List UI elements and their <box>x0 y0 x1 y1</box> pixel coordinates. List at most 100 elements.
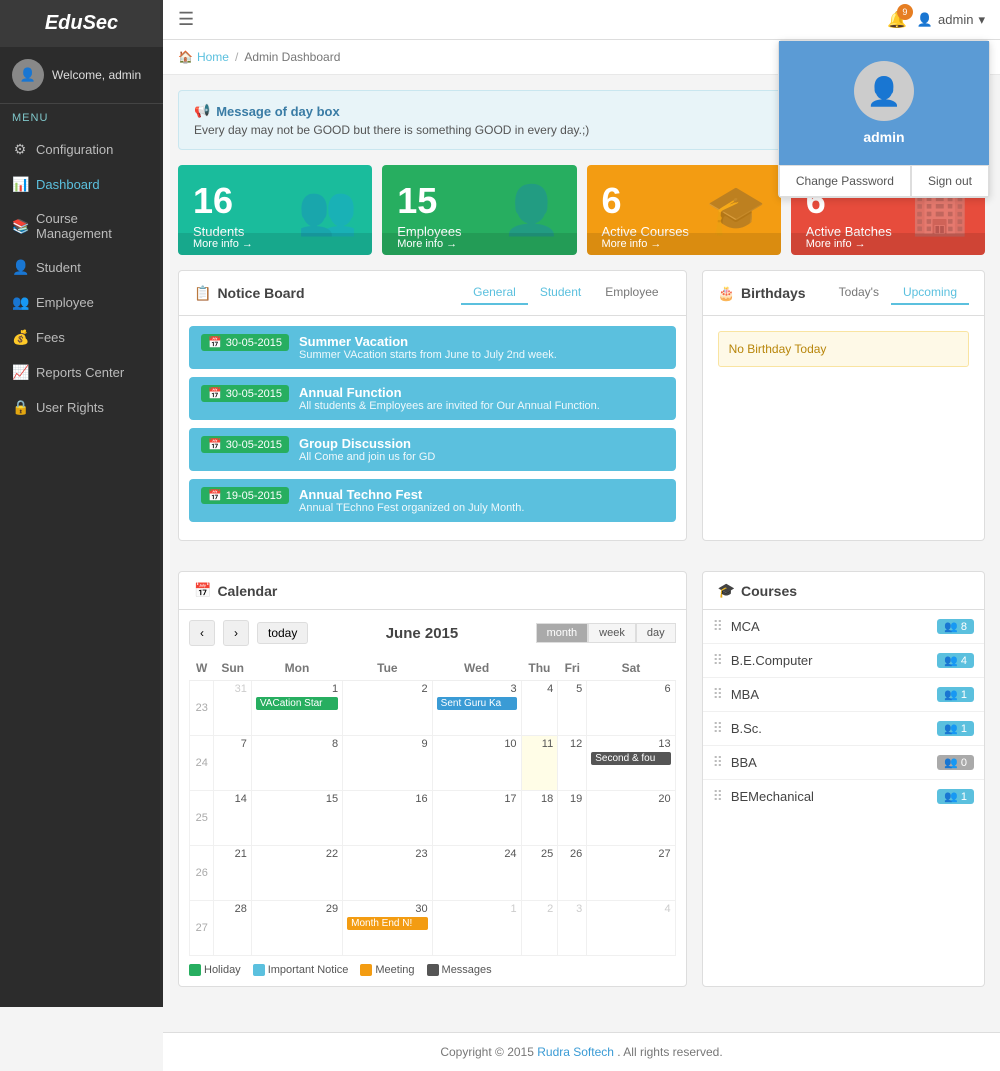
course-item[interactable]: ⠿ MBA 👥 1 <box>703 678 984 712</box>
notification-bell[interactable]: 🔔 9 <box>887 10 907 30</box>
change-password-button[interactable]: Change Password <box>779 165 911 197</box>
sidebar-item-student[interactable]: 👤 Student <box>0 250 163 285</box>
col-fri: Fri <box>558 656 587 681</box>
breadcrumb-home-link[interactable]: 🏠 Home <box>178 50 229 64</box>
tab-employee[interactable]: Employee <box>593 281 670 305</box>
table-row[interactable]: 4 <box>587 901 675 956</box>
course-student-count: 👥 0 <box>937 755 974 770</box>
admin-user-icon: 👤 <box>917 12 933 28</box>
notice-desc-2: All Come and join us for GD <box>299 451 435 463</box>
tab-general[interactable]: General <box>461 281 528 305</box>
table-row[interactable]: 17 <box>432 791 521 846</box>
students-more[interactable]: More info → <box>178 233 372 255</box>
employees-icon: 👤 <box>502 182 562 239</box>
hamburger-icon[interactable]: ☰ <box>178 9 194 30</box>
tab-upcoming[interactable]: Upcoming <box>891 281 969 305</box>
table-row[interactable]: 19 <box>558 791 587 846</box>
table-row[interactable]: 26 <box>558 846 587 901</box>
sidebar-item-user-rights[interactable]: 🔒 User Rights <box>0 390 163 425</box>
table-row[interactable]: 24 <box>432 846 521 901</box>
table-row[interactable]: 20 <box>587 791 675 846</box>
cal-today-button[interactable]: today <box>257 622 308 644</box>
table-row[interactable]: 18 <box>521 791 558 846</box>
content-area: 📢 Message of day box Every day may not b… <box>163 75 1000 1032</box>
table-row[interactable]: 16 <box>343 791 433 846</box>
admin-profile-name: admin <box>863 129 904 145</box>
table-row[interactable]: 21 <box>214 846 251 901</box>
table-row[interactable]: 14 <box>214 791 251 846</box>
calendar-event[interactable]: Sent Guru Ka <box>437 697 517 710</box>
table-row[interactable]: 25 <box>521 846 558 901</box>
employees-more[interactable]: More info → <box>382 233 576 255</box>
cal-view-month[interactable]: month <box>536 623 589 643</box>
calendar-sm-icon: 📅 <box>208 387 222 400</box>
table-row[interactable]: 31 <box>214 681 251 736</box>
table-row[interactable]: 8 <box>251 736 342 791</box>
sidebar-item-reports[interactable]: 📈 Reports Center <box>0 355 163 390</box>
table-row[interactable]: 2 <box>343 681 433 736</box>
birthdays-tabs: Today's Upcoming <box>827 281 969 305</box>
table-row[interactable]: 15 <box>251 791 342 846</box>
tab-todays[interactable]: Today's <box>827 281 891 305</box>
course-item[interactable]: ⠿ BEMechanical 👥 1 <box>703 780 984 813</box>
cal-next-button[interactable]: › <box>223 620 249 646</box>
cal-prev-button[interactable]: ‹ <box>189 620 215 646</box>
sidebar-item-dashboard[interactable]: 📊 Dashboard <box>0 167 163 202</box>
table-row[interactable]: 28 <box>214 901 251 956</box>
table-row[interactable]: 3 <box>558 901 587 956</box>
table-row[interactable]: 12 <box>558 736 587 791</box>
course-item[interactable]: ⠿ B.E.Computer 👥 4 <box>703 644 984 678</box>
birthdays-header: 🎂 Birthdays Today's Upcoming <box>703 271 984 316</box>
table-row[interactable]: 5 <box>558 681 587 736</box>
table-row[interactable]: 11 <box>521 736 558 791</box>
col-sat: Sat <box>587 656 675 681</box>
drag-handle-icon: ⠿ <box>713 618 723 635</box>
table-row[interactable]: 23 <box>343 846 433 901</box>
course-item[interactable]: ⠿ B.Sc. 👥 1 <box>703 712 984 746</box>
week-num: 26 <box>190 846 214 901</box>
table-row[interactable]: 22 <box>251 846 342 901</box>
courses-more[interactable]: More info → <box>587 233 781 255</box>
cal-view-day[interactable]: day <box>636 623 676 643</box>
course-item[interactable]: ⠿ MCA 👥 8 <box>703 610 984 644</box>
sidebar-item-configuration[interactable]: ⚙ Configuration <box>0 132 163 167</box>
col-thu: Thu <box>521 656 558 681</box>
table-row[interactable]: 9 <box>343 736 433 791</box>
cal-view-week[interactable]: week <box>588 623 636 643</box>
course-name: MBA <box>731 687 929 702</box>
table-row[interactable]: 13Second & fou <box>587 736 675 791</box>
drag-handle-icon: ⠿ <box>713 652 723 669</box>
students-icon: 👥 <box>297 182 357 239</box>
notice-board-tabs: General Student Employee <box>461 281 670 305</box>
tab-student[interactable]: Student <box>528 281 593 305</box>
calendar-event[interactable]: Month End N! <box>347 917 428 930</box>
table-row[interactable]: 2 <box>521 901 558 956</box>
table-row[interactable]: 27 <box>587 846 675 901</box>
footer-company-link[interactable]: Rudra Softech <box>537 1045 614 1059</box>
calendar-grid: W Sun Mon Tue Wed Thu Fri Sat 23311VACat… <box>189 656 676 956</box>
sidebar-item-fees[interactable]: 💰 Fees <box>0 320 163 355</box>
admin-dropdown[interactable]: 👤 admin ▾ <box>917 12 985 28</box>
drag-handle-icon: ⠿ <box>713 754 723 771</box>
birthdays-title: 🎂 Birthdays <box>718 285 806 302</box>
notice-date-2: 📅 30-05-2015 <box>201 436 289 453</box>
table-row[interactable]: 3Sent Guru Ka <box>432 681 521 736</box>
calendar-event[interactable]: VACation Star <box>256 697 338 710</box>
notice-desc-3: Annual TEchno Fest organized on July Mon… <box>299 502 524 514</box>
sign-out-button[interactable]: Sign out <box>911 165 989 197</box>
sidebar-item-course-management[interactable]: 📚 Course Management <box>0 202 163 250</box>
table-row[interactable]: 10 <box>432 736 521 791</box>
table-row[interactable]: 4 <box>521 681 558 736</box>
batches-more[interactable]: More info → <box>791 233 985 255</box>
course-item[interactable]: ⠿ BBA 👥 0 <box>703 746 984 780</box>
notice-board-title: 📋 Notice Board <box>194 285 305 302</box>
sidebar-item-employee[interactable]: 👥 Employee <box>0 285 163 320</box>
table-row[interactable]: 30Month End N! <box>343 901 433 956</box>
table-row[interactable]: 1VACation Star <box>251 681 342 736</box>
table-row[interactable]: 6 <box>587 681 675 736</box>
calendar-event[interactable]: Second & fou <box>591 752 670 765</box>
sidebar-item-label: User Rights <box>36 400 104 415</box>
table-row[interactable]: 29 <box>251 901 342 956</box>
table-row[interactable]: 1 <box>432 901 521 956</box>
table-row[interactable]: 7 <box>214 736 251 791</box>
